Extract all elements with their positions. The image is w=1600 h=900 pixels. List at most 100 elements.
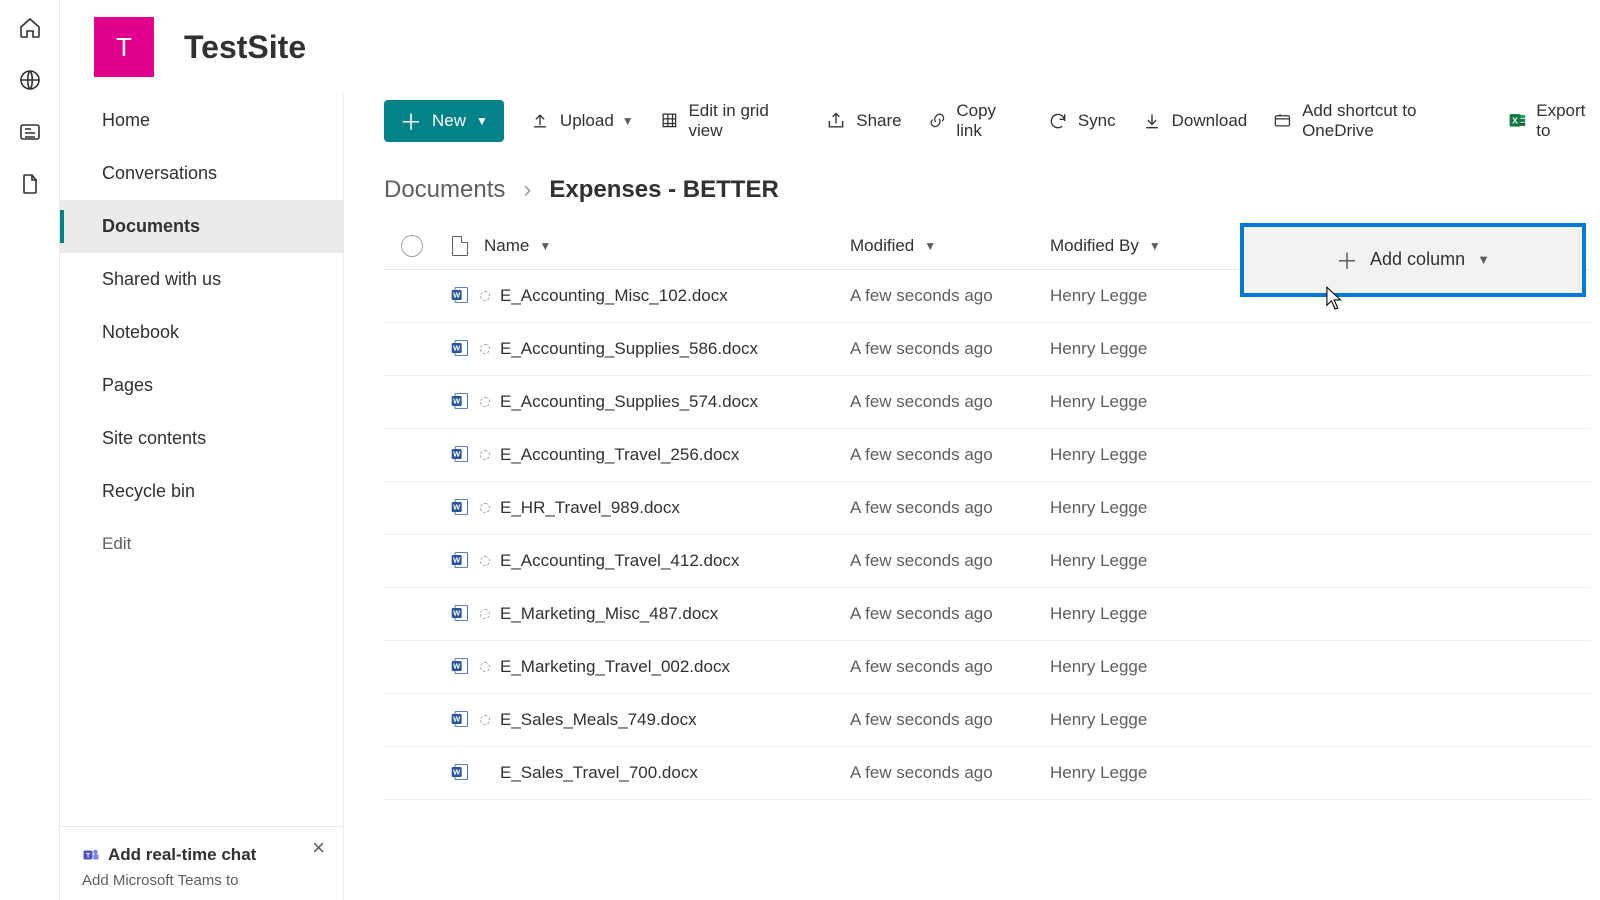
- breadcrumb-root[interactable]: Documents: [384, 176, 505, 204]
- home-icon[interactable]: [18, 16, 42, 40]
- file-name: E_Marketing_Travel_002.docx: [500, 657, 730, 677]
- sidebar-item-notebook[interactable]: Notebook: [60, 306, 343, 359]
- word-file-icon: W: [450, 444, 470, 466]
- file-name-cell[interactable]: E_HR_Travel_989.docx: [480, 498, 850, 518]
- table-row[interactable]: W E_Accounting_Travel_256.docxA few secon…: [384, 429, 1590, 482]
- grid-icon: [660, 111, 679, 131]
- export-label: Export to: [1536, 101, 1600, 141]
- svg-text:W: W: [453, 291, 461, 300]
- new-button[interactable]: ＋ New ▼: [384, 100, 504, 142]
- site-logo[interactable]: T: [94, 17, 154, 77]
- sidebar-item-conversations[interactable]: Conversations: [60, 147, 343, 200]
- site-title[interactable]: TestSite: [184, 29, 306, 66]
- edit-grid-button[interactable]: Edit in grid view: [660, 101, 801, 141]
- file-name-cell[interactable]: E_Accounting_Supplies_574.docx: [480, 392, 850, 412]
- share-button[interactable]: Share: [826, 111, 901, 131]
- export-excel-button[interactable]: X Export to: [1508, 101, 1600, 141]
- file-name-cell[interactable]: E_Marketing_Travel_002.docx: [480, 657, 850, 677]
- chevron-down-icon: ▼: [1149, 239, 1161, 253]
- teams-callout: × T Add real-time chat Add Microsoft Tea…: [60, 826, 343, 900]
- column-add-wrap: ＋ Add column ▼: [1240, 222, 1586, 283]
- svg-text:W: W: [453, 715, 461, 724]
- add-shortcut-button[interactable]: Add shortcut to OneDrive: [1273, 101, 1481, 141]
- sidebar-item-pages[interactable]: Pages: [60, 359, 343, 412]
- table-row[interactable]: W E_HR_Travel_989.docxA few seconds agoHe…: [384, 482, 1590, 535]
- column-type[interactable]: [440, 236, 480, 256]
- file-type: W: [440, 603, 480, 625]
- file-name-cell[interactable]: E_Accounting_Travel_412.docx: [480, 551, 850, 571]
- table-row[interactable]: WE_Accounting_Travel_412.docxA few secon…: [384, 535, 1590, 588]
- file-name-cell[interactable]: E_Accounting_Travel_256.docx: [480, 445, 850, 465]
- teams-callout-title: Add real-time chat: [108, 845, 256, 865]
- file-type: W: [440, 709, 480, 731]
- sidebar-edit-link[interactable]: Edit: [60, 518, 343, 570]
- syncing-icon: [480, 715, 490, 725]
- copy-link-button[interactable]: Copy link: [928, 101, 1022, 141]
- file-name-cell[interactable]: E_Accounting_Supplies_586.docx: [480, 339, 850, 359]
- syncing-icon: [480, 344, 490, 354]
- table-row[interactable]: W E_Sales_Meals_749.docxA few seconds ago…: [384, 694, 1590, 747]
- table-row[interactable]: WE_Accounting_Supplies_586.docxA few sec…: [384, 323, 1590, 376]
- file-name: E_Marketing_Misc_487.docx: [500, 604, 718, 624]
- table-header: Name ▼ Modified ▼ Modified By ▼ ＋ Add co…: [384, 222, 1590, 270]
- close-icon[interactable]: ×: [312, 837, 325, 859]
- sidebar-item-home[interactable]: Home: [60, 94, 343, 147]
- modified-cell: A few seconds ago: [850, 710, 1050, 730]
- svg-text:W: W: [453, 503, 461, 512]
- syncing-icon: [480, 556, 490, 566]
- table-row[interactable]: WE_Accounting_Supplies_574.docxA few sec…: [384, 376, 1590, 429]
- column-modified-by[interactable]: Modified By ▼: [1050, 236, 1240, 256]
- column-modified[interactable]: Modified ▼: [850, 236, 1050, 256]
- add-column-label: Add column: [1370, 249, 1465, 270]
- share-icon: [826, 111, 846, 131]
- sidebar-item-documents[interactable]: Documents: [60, 200, 343, 253]
- file-type: W: [440, 444, 480, 466]
- word-file-icon: W: [450, 762, 470, 784]
- sidebar-item-recycle[interactable]: Recycle bin: [60, 465, 343, 518]
- table-row[interactable]: WE_Sales_Travel_700.docxA few seconds ag…: [384, 747, 1590, 800]
- syncing-icon: [480, 450, 490, 460]
- file-type: W: [440, 391, 480, 413]
- download-button[interactable]: Download: [1142, 111, 1248, 131]
- syncing-icon: [480, 397, 490, 407]
- sidebar-item-shared[interactable]: Shared with us: [60, 253, 343, 306]
- file-icon[interactable]: [18, 172, 42, 196]
- modified-by-cell: Henry Legge: [1050, 604, 1240, 624]
- add-column-button[interactable]: ＋ Add column ▼: [1240, 223, 1586, 297]
- table-row[interactable]: WE_Marketing_Travel_002.docxA few second…: [384, 641, 1590, 694]
- file-type: W: [440, 338, 480, 360]
- modified-cell: A few seconds ago: [850, 498, 1050, 518]
- svg-text:W: W: [453, 556, 461, 565]
- modified-cell: A few seconds ago: [850, 445, 1050, 465]
- column-modified-label: Modified: [850, 236, 914, 256]
- modified-by-cell: Henry Legge: [1050, 498, 1240, 518]
- column-name-label: Name: [484, 236, 529, 256]
- table-row[interactable]: WE_Marketing_Misc_487.docxA few seconds …: [384, 588, 1590, 641]
- select-all[interactable]: [384, 235, 440, 257]
- file-name-cell[interactable]: E_Accounting_Misc_102.docx: [480, 286, 850, 306]
- breadcrumb: Documents › Expenses - BETTER: [344, 148, 1600, 222]
- syncing-icon: [480, 662, 490, 672]
- link-icon: [928, 111, 947, 131]
- download-icon: [1142, 111, 1162, 131]
- file-name-cell[interactable]: E_Sales_Travel_700.docx: [480, 763, 850, 783]
- modified-by-cell: Henry Legge: [1050, 657, 1240, 677]
- share-label: Share: [856, 111, 901, 131]
- upload-button[interactable]: Upload ▼: [530, 111, 634, 131]
- news-icon[interactable]: [18, 120, 42, 144]
- command-bar: ＋ New ▼ Upload ▼ Edit in grid view Share…: [344, 94, 1600, 148]
- sync-label: Sync: [1078, 111, 1116, 131]
- svg-text:W: W: [453, 397, 461, 406]
- svg-text:W: W: [453, 450, 461, 459]
- new-label: New: [432, 111, 466, 131]
- word-file-icon: W: [450, 550, 470, 572]
- globe-icon[interactable]: [18, 68, 42, 92]
- file-name-cell[interactable]: E_Sales_Meals_749.docx: [480, 710, 850, 730]
- file-name-cell[interactable]: E_Marketing_Misc_487.docx: [480, 604, 850, 624]
- sync-button[interactable]: Sync: [1048, 111, 1116, 131]
- upload-icon: [530, 111, 550, 131]
- chevron-right-icon: ›: [523, 176, 531, 204]
- column-name[interactable]: Name ▼: [480, 236, 850, 256]
- main: ＋ New ▼ Upload ▼ Edit in grid view Share…: [344, 94, 1600, 900]
- sidebar-item-contents[interactable]: Site contents: [60, 412, 343, 465]
